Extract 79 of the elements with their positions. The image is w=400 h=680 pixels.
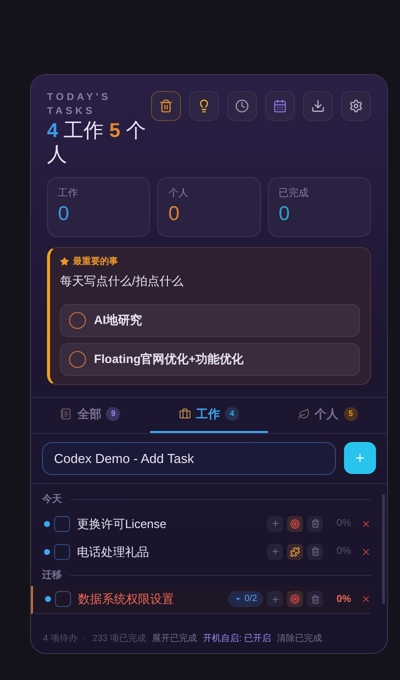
plus-icon — [270, 594, 280, 604]
add-subtask-button[interactable] — [267, 516, 283, 532]
plus-icon — [354, 452, 366, 464]
scrollbar[interactable] — [382, 494, 385, 604]
delete-button[interactable] — [307, 516, 323, 532]
gear-icon — [349, 99, 363, 113]
progress-percent: 0% — [336, 592, 351, 606]
plus-icon — [270, 519, 280, 528]
important-item[interactable]: AI地研究 — [60, 304, 360, 336]
category-tab[interactable]: 个人 5 — [268, 398, 387, 432]
bulb-button[interactable] — [189, 91, 219, 121]
add-subtask-button[interactable] — [267, 591, 283, 607]
important-label: 最重要的事 — [73, 255, 118, 268]
plus-icon — [270, 547, 280, 556]
close-icon[interactable] — [361, 518, 371, 528]
task-title: 数据系统权限设置 — [78, 591, 175, 608]
calendar-icon — [273, 99, 287, 113]
briefcase-icon — [179, 408, 191, 420]
task-title: 电话处理礼品 — [77, 544, 150, 560]
notebook-icon — [60, 408, 72, 420]
item-text: AI地研究 — [94, 312, 142, 329]
target-icon — [290, 518, 300, 528]
pending-count: 4 项待办 — [43, 632, 78, 646]
footer-link[interactable]: 展开已完成 — [152, 632, 198, 646]
section-title: 今天 — [42, 492, 62, 507]
category-button[interactable] — [287, 591, 303, 607]
delete-button[interactable] — [307, 544, 323, 560]
footer-link[interactable]: 开机自启: 已开启 — [203, 632, 272, 646]
close-icon[interactable] — [361, 594, 371, 604]
trash-icon — [310, 594, 320, 604]
section-title: 迁移 — [42, 568, 62, 583]
separator: · — [84, 632, 87, 646]
stat-label: 已完成 — [278, 186, 310, 201]
calendar-button[interactable] — [265, 91, 295, 121]
task-input[interactable]: Codex Demo - Add Task — [42, 442, 336, 474]
footer-link[interactable]: 清除已完成 — [277, 632, 322, 646]
stat-label: 工作 — [58, 187, 79, 201]
done-count: 233 项已完成 — [92, 632, 146, 646]
category-button[interactable] — [287, 516, 303, 532]
trash-icon — [310, 547, 320, 556]
task-row[interactable]: 电话处理礼品 0% — [42, 538, 371, 566]
category-tab[interactable]: 全部 9 — [31, 398, 150, 432]
important-item[interactable]: Floating官网优化+功能优化 — [60, 342, 360, 376]
app-title: TODAY'S TASKS — [47, 91, 112, 119]
target-icon — [290, 594, 300, 604]
close-icon[interactable] — [361, 546, 371, 556]
add-button[interactable] — [344, 442, 376, 474]
download-icon — [311, 99, 325, 113]
download-button[interactable] — [303, 91, 333, 121]
stat-value: 0 — [278, 202, 291, 227]
task-summary: 4 工作 5 个人 — [47, 119, 147, 167]
puzzle-icon — [290, 546, 300, 556]
clock-button[interactable] — [227, 91, 257, 121]
task-checkbox[interactable] — [55, 591, 71, 607]
stat-label: 个人 — [168, 187, 190, 201]
star-icon — [60, 257, 69, 266]
delete-button[interactable] — [307, 591, 323, 607]
lightbulb-icon — [197, 99, 211, 113]
task-row[interactable]: 数据系统权限设置 0/2 0% — [31, 586, 371, 614]
task-checkbox[interactable] — [54, 544, 70, 560]
progress-percent: 0% — [336, 517, 351, 531]
task-title: 更换许可License — [77, 516, 168, 532]
trash-icon — [310, 519, 320, 528]
stat-value: 0 — [168, 202, 180, 227]
subtask-badge[interactable]: 0/2 — [228, 591, 263, 607]
leaf-icon — [298, 408, 310, 420]
progress-percent: 0% — [336, 545, 351, 559]
item-text: Floating官网优化+功能优化 — [94, 351, 244, 368]
trash-button[interactable] — [151, 91, 181, 121]
caret-icon — [234, 595, 242, 603]
settings-button[interactable] — [341, 91, 371, 121]
stat-value: 0 — [58, 202, 70, 227]
trash-icon — [159, 99, 173, 113]
category-button[interactable] — [287, 544, 303, 560]
task-row[interactable]: 更换许可License 0% — [42, 510, 371, 538]
category-tab[interactable]: 工作 4 — [150, 398, 268, 432]
clock-icon — [235, 99, 249, 113]
important-text: 每天写点什么/拍点什么 — [60, 272, 184, 290]
task-checkbox[interactable] — [54, 516, 70, 532]
